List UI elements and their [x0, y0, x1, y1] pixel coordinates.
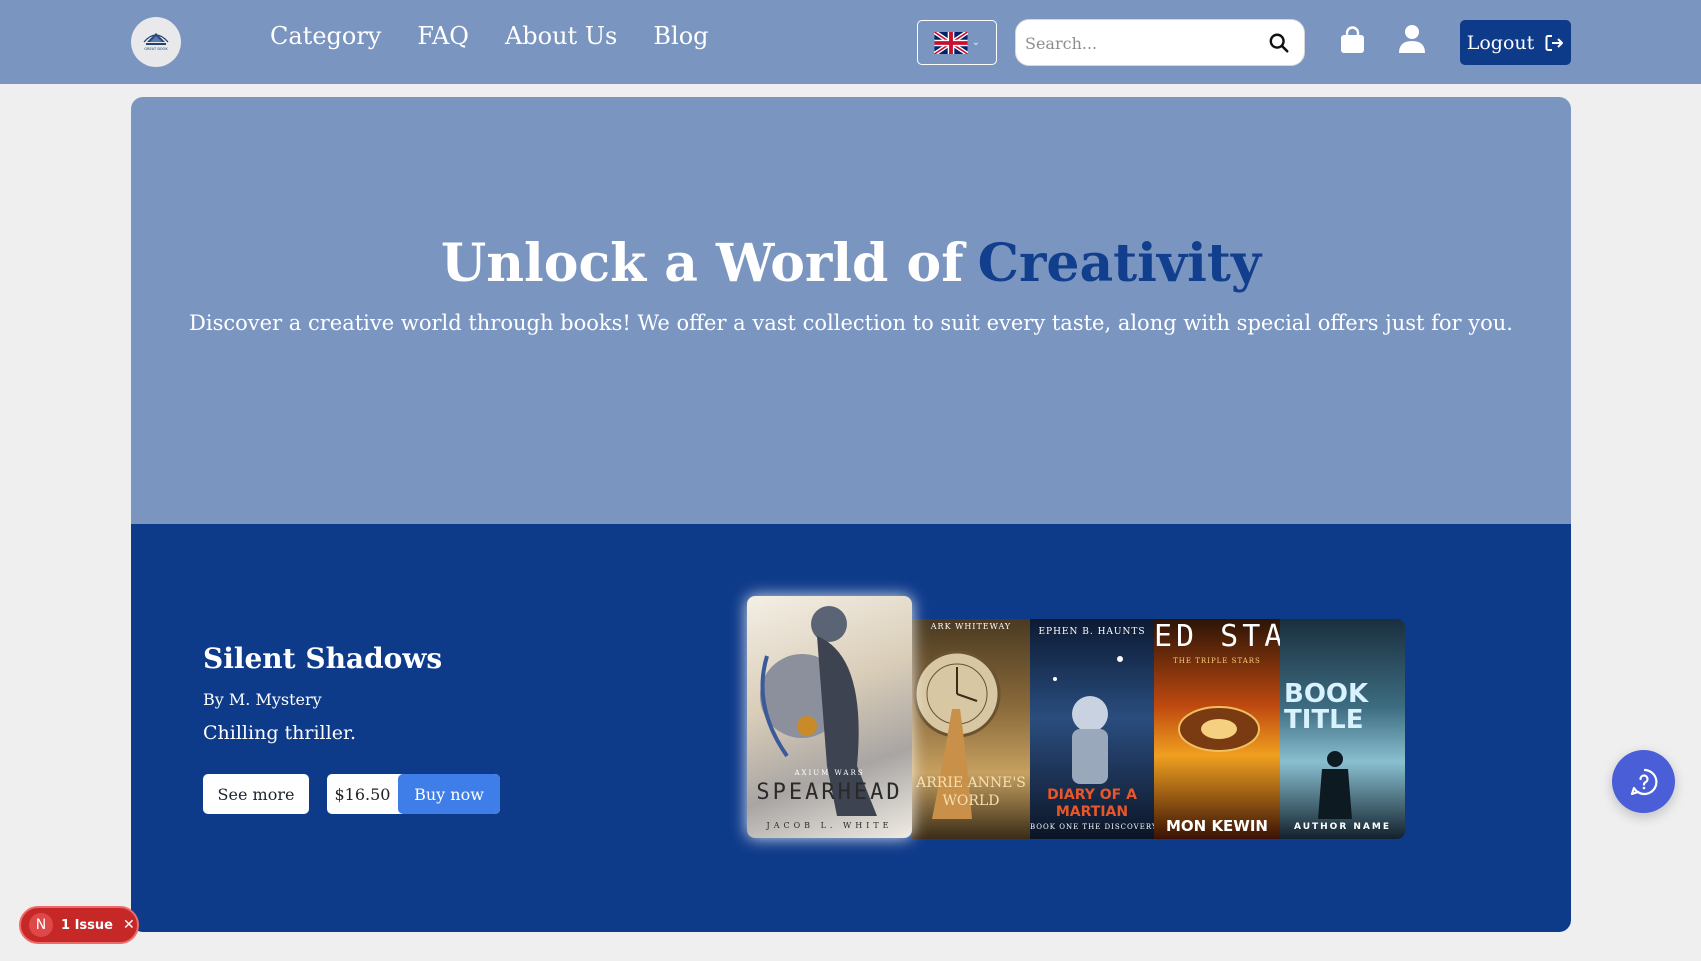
chevron-down-icon: ⌄ — [971, 37, 981, 48]
issue-count-label: 1 Issue — [61, 917, 113, 933]
top-navbar: GREAT BOOK Category FAQ About Us Blog ⌄ — [0, 0, 1701, 84]
search-input[interactable] — [1025, 29, 1255, 57]
cover-subtitle: THE TRIPLE STARS — [1173, 657, 1261, 665]
cover-author: ARK WHITEWAY — [930, 622, 1012, 631]
featured-book-section: Silent Shadows By M. Mystery Chilling th… — [131, 524, 1571, 932]
chat-support-button[interactable] — [1612, 750, 1675, 813]
cover-author: EPHEN B. HAUNTS — [1038, 627, 1146, 637]
cover-title: SPEARHEAD — [756, 780, 903, 805]
search-box — [1015, 19, 1305, 66]
cover-series: AXIUM WARS — [794, 769, 865, 777]
featured-book-author: By M. Mystery — [203, 690, 322, 709]
cover-author: JACOB L. WHITE — [766, 821, 893, 830]
book-cover[interactable]: ED STAR THE TRIPLE STARS MON KEWIN — [1154, 619, 1280, 839]
language-selector[interactable]: ⌄ — [917, 20, 997, 65]
uk-flag-icon — [933, 31, 968, 54]
nav-blog[interactable]: Blog — [653, 22, 708, 50]
logout-button[interactable]: Logout — [1460, 20, 1571, 65]
hero-subtitle: Discover a creative world through books!… — [189, 311, 1513, 335]
price-buy-group: $16.50 Buy now — [327, 774, 500, 814]
book-price: $16.50 — [334, 784, 391, 804]
cover-subtitle: BOOK ONE THE DISCOVERY — [1030, 823, 1154, 831]
cover-title: ED STAR — [1154, 619, 1280, 654]
main-nav: Category FAQ About Us Blog — [270, 22, 709, 50]
cover-title: BOOK TITLE — [1284, 681, 1369, 733]
user-profile-icon[interactable] — [1398, 24, 1426, 54]
book-cover[interactable]: AXIUM WARS SPEARHEAD JACOB L. WHITE — [747, 596, 912, 838]
book-cover[interactable]: ARK WHITEWAY ARRIE ANNE'S WORLD — [912, 619, 1030, 839]
hero-title: Unlock a World of Creativity — [131, 233, 1571, 294]
logout-label: Logout — [1466, 31, 1535, 54]
logout-icon — [1545, 34, 1564, 51]
hero-title-main: Unlock a World of — [440, 233, 964, 294]
cover-title: ARRIE ANNE'S WORLD — [916, 775, 1026, 809]
buy-now-button[interactable]: Buy now — [398, 774, 500, 814]
close-icon[interactable]: ✕ — [123, 917, 135, 933]
shopping-bag-icon[interactable] — [1339, 26, 1366, 54]
nav-about-us[interactable]: About Us — [505, 22, 617, 50]
svg-text:GREAT BOOK: GREAT BOOK — [144, 47, 168, 51]
cover-title: DIARY OF A MARTIAN — [1047, 787, 1137, 820]
hero-title-accent: Creativity — [977, 233, 1262, 294]
book-cover-carousel: AXIUM WARS SPEARHEAD JACOB L. WHITE ARK … — [747, 596, 1407, 841]
book-cover[interactable]: BOOK TITLE AUTHOR NAME — [1280, 619, 1405, 839]
hero-section: Unlock a World of Creativity Discover a c… — [131, 97, 1571, 525]
featured-book-description: Chilling thriller. — [203, 722, 356, 744]
site-logo[interactable]: GREAT BOOK — [131, 17, 181, 67]
cover-author: MON KEWIN — [1165, 817, 1268, 835]
search-icon[interactable] — [1268, 32, 1290, 54]
see-more-button[interactable]: See more — [203, 774, 309, 814]
nextjs-icon: N — [29, 913, 53, 937]
featured-book-title: Silent Shadows — [203, 642, 443, 675]
book-logo-icon: GREAT BOOK — [137, 23, 175, 61]
book-cover[interactable]: EPHEN B. HAUNTS DIARY OF A MARTIAN BOOK … — [1030, 619, 1154, 839]
issue-badge[interactable]: N 1 Issue ✕ — [19, 906, 139, 944]
chat-question-icon — [1630, 768, 1657, 795]
nav-category[interactable]: Category — [270, 22, 381, 50]
cover-author: AUTHOR NAME — [1294, 822, 1391, 832]
nav-faq[interactable]: FAQ — [417, 22, 469, 50]
